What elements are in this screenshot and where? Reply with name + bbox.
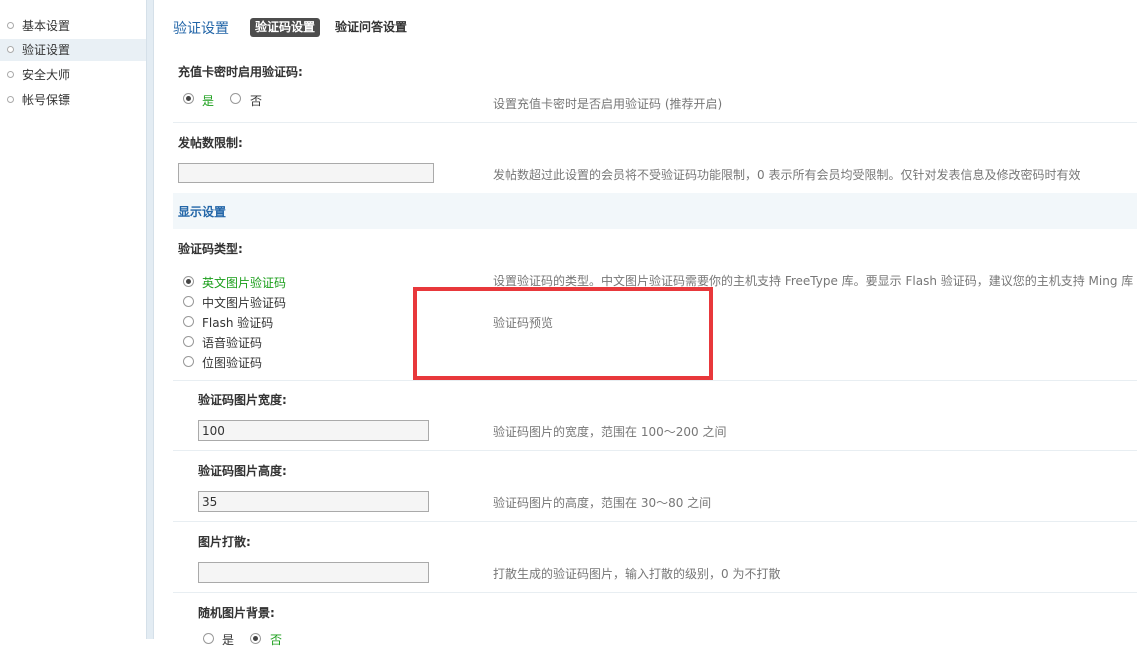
sidebar-item-verify[interactable]: 验证设置 <box>0 39 146 61</box>
captcha-type-chinese-label: 中文图片验证码 <box>202 296 287 310</box>
row-divider <box>173 521 1137 522</box>
captcha-preview-highlight <box>413 287 713 380</box>
tab-captcha-settings[interactable]: 验证码设置 <box>250 18 321 37</box>
captcha-type-label: 验证码类型: <box>178 242 243 256</box>
recharge-no-label: 否 <box>250 94 263 108</box>
postlimit-input[interactable] <box>178 163 434 183</box>
sidebar-divider[interactable] <box>146 0 154 639</box>
captcha-type-audio-radio[interactable] <box>183 336 194 347</box>
captcha-type-bitmap-radio[interactable] <box>183 356 194 367</box>
recharge-yes-label: 是 <box>202 94 215 108</box>
width-label: 验证码图片宽度: <box>198 393 287 407</box>
sidebar-item-guard[interactable]: 帐号保镖 <box>0 89 146 111</box>
row-divider <box>173 122 1137 123</box>
captcha-type-flash-label: Flash 验证码 <box>202 316 274 330</box>
random-bg-label: 随机图片背景: <box>198 606 275 620</box>
height-tip: 验证码图片的高度，范围在 30～80 之间 <box>493 496 712 510</box>
captcha-type-english-radio[interactable] <box>183 276 194 287</box>
sidebar-item-security[interactable]: 安全大师 <box>0 64 146 86</box>
sidebar-item-label: 安全大师 <box>22 68 71 82</box>
captcha-type-english-label: 英文图片验证码 <box>202 276 287 290</box>
captcha-type-audio-label: 语音验证码 <box>202 336 263 350</box>
recharge-no-radio[interactable] <box>230 93 241 104</box>
row-divider <box>173 592 1137 593</box>
postlimit-tip: 发帖数超过此设置的会员将不受验证码功能限制，0 表示所有会员均受限制。仅针对发表… <box>493 168 1081 182</box>
sidebar-item-label: 帐号保镖 <box>22 93 71 107</box>
width-tip: 验证码图片的宽度，范围在 100～200 之间 <box>493 425 727 439</box>
sidebar-item-label: 验证设置 <box>22 43 71 57</box>
scatter-tip: 打散生成的验证码图片，输入打散的级别，0 为不打散 <box>493 567 781 581</box>
postlimit-label: 发帖数限制: <box>178 136 243 150</box>
recharge-label: 充值卡密时启用验证码: <box>178 65 303 79</box>
display-settings-header: 显示设置 <box>173 193 1137 229</box>
random-bg-no-label: 否 <box>270 633 283 647</box>
random-bg-yes-label: 是 <box>222 633 235 647</box>
bullet-icon <box>7 71 14 78</box>
bullet-icon <box>7 22 14 29</box>
width-input[interactable] <box>198 420 429 441</box>
row-divider <box>173 380 1137 381</box>
main-content: 验证设置 验证码设置 验证问答设置 充值卡密时启用验证码: 是 否 设置充值卡密… <box>154 0 1137 647</box>
captcha-type-bitmap-label: 位图验证码 <box>202 356 263 370</box>
section-title: 显示设置 <box>178 205 227 219</box>
bullet-icon <box>7 46 14 53</box>
scatter-input[interactable] <box>198 562 429 583</box>
sidebar: 基本设置 验证设置 安全大师 帐号保镖 <box>0 0 146 639</box>
captcha-type-chinese-radio[interactable] <box>183 296 194 307</box>
row-divider <box>173 450 1137 451</box>
sidebar-item-basic[interactable]: 基本设置 <box>0 15 146 37</box>
page-title: 验证设置 <box>173 21 229 37</box>
captcha-type-flash-radio[interactable] <box>183 316 194 327</box>
sidebar-item-label: 基本设置 <box>22 19 71 33</box>
height-input[interactable] <box>198 491 429 512</box>
height-label: 验证码图片高度: <box>198 464 287 478</box>
recharge-yes-radio[interactable] <box>183 93 194 104</box>
tab-qa-settings[interactable]: 验证问答设置 <box>335 18 407 37</box>
scatter-label: 图片打散: <box>198 535 251 549</box>
bullet-icon <box>7 96 14 103</box>
recharge-tip: 设置充值卡密时是否启用验证码 (推荐开启) <box>493 97 723 111</box>
